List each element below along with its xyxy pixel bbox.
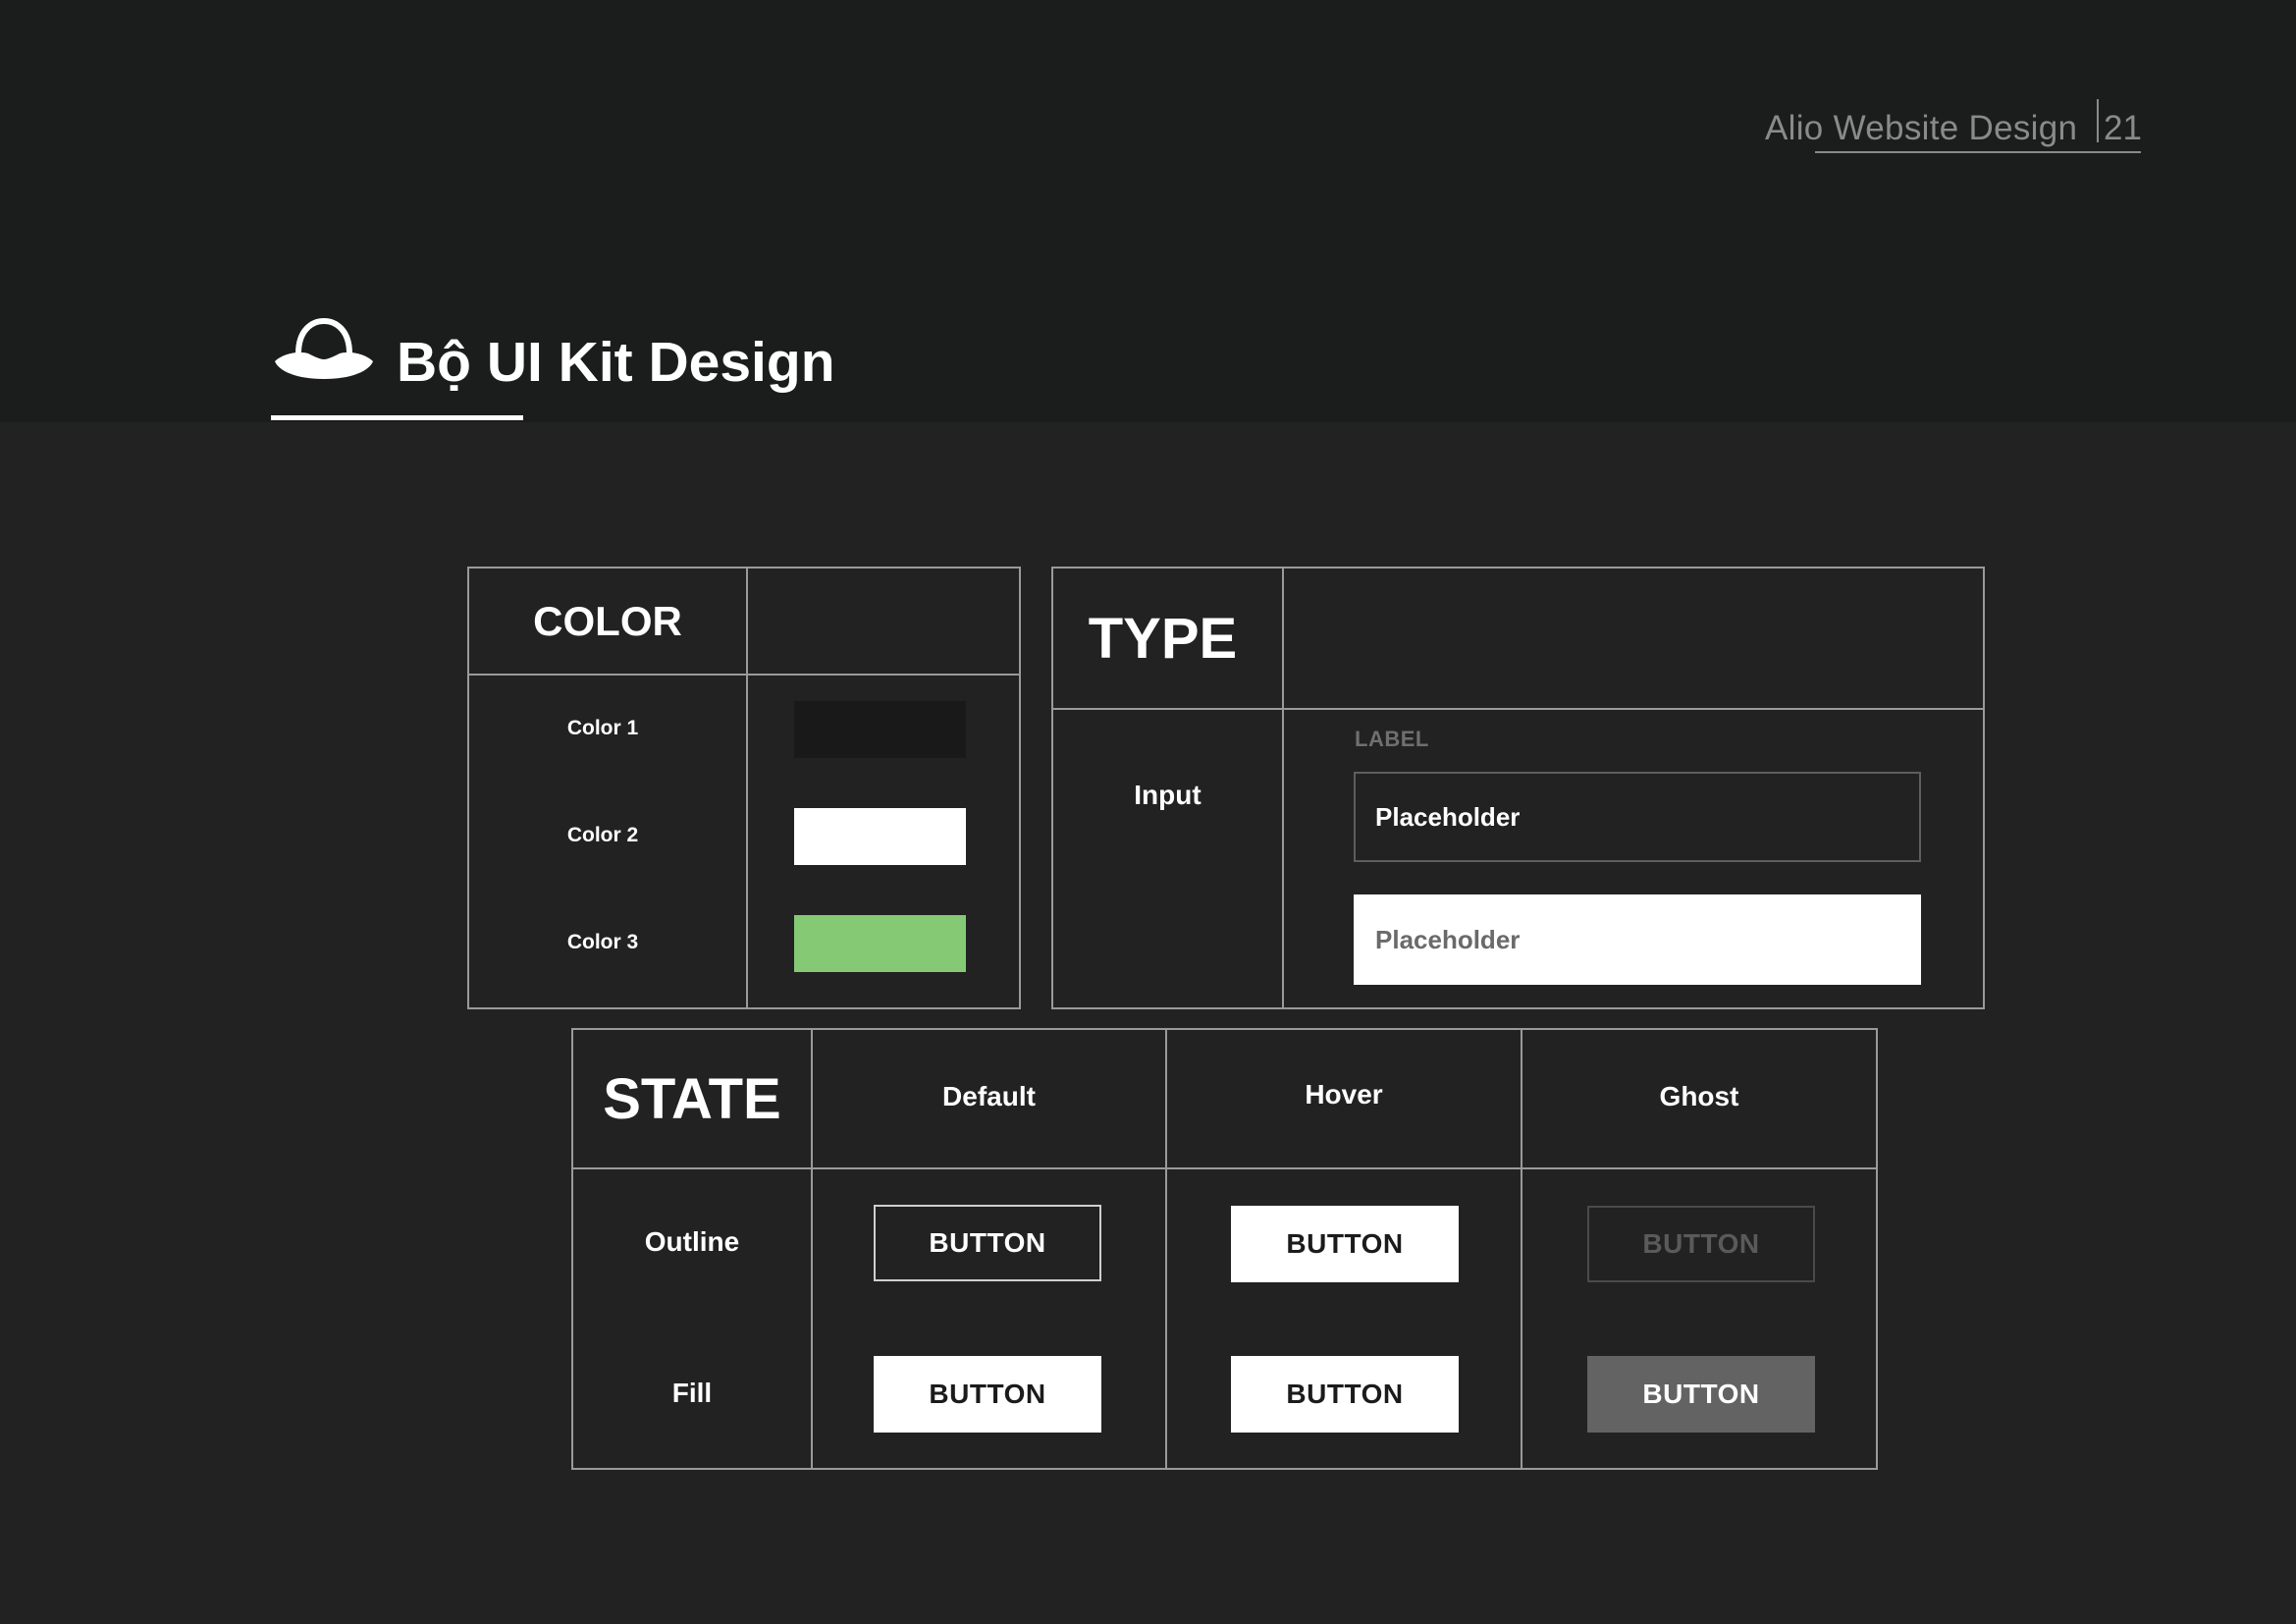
type-table-header-line (1051, 708, 1985, 710)
fill-ghost-button[interactable]: BUTTON (1587, 1356, 1815, 1433)
color-heading: COLOR (533, 597, 682, 644)
column-default: Default (942, 1081, 1036, 1111)
title-underline (271, 415, 523, 420)
page-number: 21 (2104, 109, 2142, 147)
column-hover: Hover (1305, 1079, 1383, 1110)
fill-hover-button[interactable]: BUTTON (1231, 1356, 1459, 1433)
color-3-swatch (794, 915, 966, 972)
color-1-label: Color 1 (566, 717, 639, 739)
outline-hover-button[interactable]: BUTTON (1231, 1206, 1459, 1282)
brand-divider (2097, 99, 2099, 142)
input-row-label: Input (1134, 780, 1201, 810)
field-label: LABEL (1355, 727, 1429, 751)
outline-default-button[interactable]: BUTTON (874, 1205, 1101, 1281)
state-heading: STATE (603, 1066, 781, 1131)
row-outline: Outline (644, 1226, 740, 1257)
type-heading: TYPE (1088, 606, 1238, 671)
column-ghost: Ghost (1659, 1081, 1739, 1111)
outline-ghost-button[interactable]: BUTTON (1587, 1206, 1815, 1282)
color-table-header-line (467, 674, 1021, 676)
row-fill: Fill (671, 1378, 713, 1408)
brand-name: Alio Website Design (1765, 109, 2078, 147)
fill-default-button[interactable]: BUTTON (874, 1356, 1101, 1433)
type-table-divider (1282, 567, 1284, 1009)
placeholder-input-dark[interactable]: Placeholder (1354, 772, 1921, 862)
ufo-hat-icon (275, 317, 373, 379)
color-1-swatch (794, 701, 966, 758)
placeholder-input-light[interactable]: Placeholder (1354, 894, 1921, 985)
state-header-line (571, 1167, 1878, 1169)
brand-underline (1815, 151, 2141, 153)
color-2-swatch (794, 808, 966, 865)
color-table-divider (746, 567, 748, 1009)
color-3-label: Color 3 (566, 931, 639, 953)
page-title: Bộ UI Kit Design (397, 331, 835, 394)
color-2-label: Color 2 (566, 824, 639, 846)
